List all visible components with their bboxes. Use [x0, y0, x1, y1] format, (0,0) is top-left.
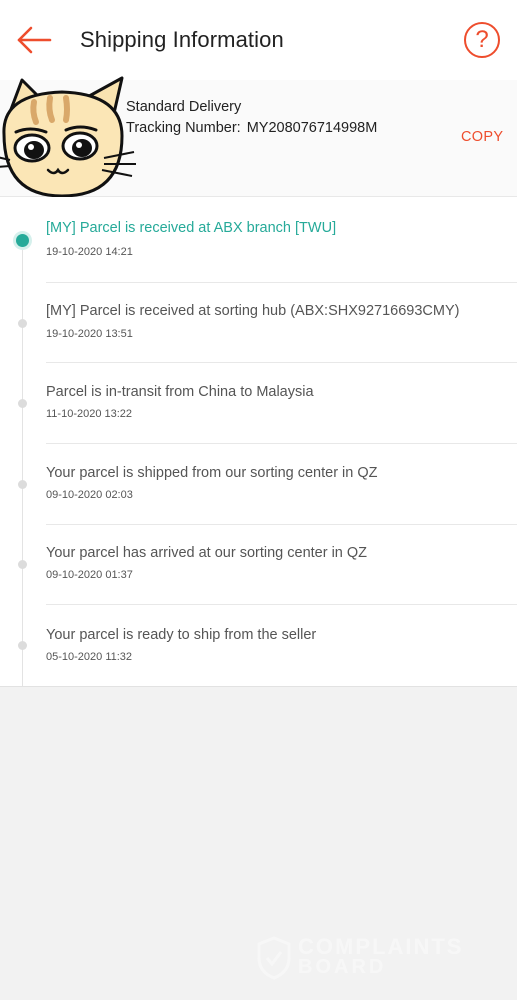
timeline-event: Parcel is in-transit from China to Malay… — [0, 363, 517, 444]
event-description: Your parcel has arrived at our sorting c… — [46, 545, 368, 561]
question-circle-icon: ? — [475, 26, 489, 53]
event-time: 11-10-2020 13:22 — [46, 408, 133, 420]
delivery-type: Standard Delivery — [126, 99, 242, 115]
event-description: [MY] Parcel is received at ABX branch [T… — [46, 220, 337, 236]
watermark: COMPLAINTS BOARD — [256, 934, 476, 980]
timeline-dot-active — [16, 234, 29, 247]
watermark-line-2: BOARD — [298, 956, 387, 978]
copy-button[interactable]: COPY — [461, 129, 503, 145]
tracking-number: MY208076714998M — [246, 120, 378, 136]
top-app-bar: Shipping Information ? — [0, 0, 517, 80]
timeline-event: [MY] Parcel is received at sorting hub (… — [0, 283, 517, 364]
event-description: [MY] Parcel is received at sorting hub (… — [46, 303, 460, 319]
event-description: Your parcel is ready to ship from the se… — [46, 627, 317, 643]
timeline-event: [MY] Parcel is received at ABX branch [T… — [0, 197, 517, 283]
arrow-left-icon — [17, 26, 52, 54]
tracking-row: Tracking Number: MY208076714998M — [126, 120, 377, 136]
tracking-label: Tracking Number: — [126, 120, 241, 136]
event-description: Parcel is in-transit from China to Malay… — [46, 384, 314, 400]
event-description: Your parcel is shipped from our sorting … — [46, 465, 378, 481]
event-time: 09-10-2020 02:03 — [46, 489, 133, 501]
timeline-dot — [18, 641, 27, 650]
page-title: Shipping Information — [80, 27, 284, 52]
event-time: 19-10-2020 13:51 — [46, 328, 133, 340]
timeline-event: Your parcel is ready to ship from the se… — [0, 605, 517, 686]
event-time: 09-10-2020 01:37 — [46, 569, 133, 581]
help-button[interactable]: ? — [464, 22, 500, 58]
event-time: 19-10-2020 14:21 — [46, 246, 133, 258]
timeline-dot — [18, 319, 27, 328]
cat-avatar-icon — [0, 76, 136, 198]
timeline-dot — [18, 480, 27, 489]
timeline-event: Your parcel has arrived at our sorting c… — [0, 524, 517, 605]
back-button[interactable] — [14, 22, 54, 58]
timeline-event: Your parcel is shipped from our sorting … — [0, 444, 517, 525]
tracking-timeline: [MY] Parcel is received at ABX branch [T… — [0, 197, 517, 687]
timeline-dot — [18, 560, 27, 569]
shield-icon — [257, 936, 291, 980]
event-time: 05-10-2020 11:32 — [46, 651, 133, 663]
timeline-dot — [18, 399, 27, 408]
